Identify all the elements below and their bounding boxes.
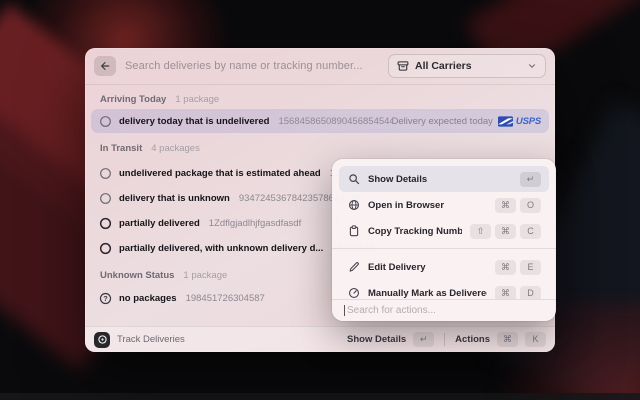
section-arriving-today: Arriving Today 1 package xyxy=(85,91,555,107)
carrier-dropdown-label: All Carriers xyxy=(415,60,521,72)
chevron-down-icon xyxy=(527,61,537,71)
menu-item-open-in-browser[interactable]: Open in Browser ⌘ O xyxy=(339,192,549,218)
cmd-key-chip: ⌘ xyxy=(495,224,516,239)
status-bar: Track Deliveries Show Details ↵ Actions … xyxy=(85,326,555,352)
menu-item-label: Manually Mark as Delivered xyxy=(368,288,487,299)
clipboard-icon xyxy=(347,225,360,238)
progress-ring-icon xyxy=(99,115,112,128)
delivery-title: delivery that is unknown xyxy=(119,193,230,204)
section-count: 1 package xyxy=(183,270,227,281)
actions-button[interactable]: Actions xyxy=(455,334,490,345)
e-key-chip: E xyxy=(520,260,541,275)
show-details-action[interactable]: Show Details xyxy=(347,334,406,345)
tracking-number: 156845865089045685454467 xyxy=(278,116,391,127)
delivery-title: partially delivered xyxy=(119,218,200,229)
delivery-title: undelivered package that is estimated ah… xyxy=(119,168,321,179)
progress-ring-icon xyxy=(99,167,112,180)
section-count: 1 package xyxy=(175,94,219,105)
menu-item-show-details[interactable]: Show Details ↵ xyxy=(339,166,549,192)
menu-item-label: Show Details xyxy=(368,174,427,185)
cmd-key-chip: ⌘ xyxy=(497,332,518,347)
svg-text:?: ? xyxy=(103,294,108,303)
magnifier-icon xyxy=(347,173,360,186)
actions-menu: Show Details ↵ Open in Browser ⌘ O xyxy=(332,159,556,321)
track-deliveries-app-icon xyxy=(94,332,110,348)
actions-search-input[interactable]: Search for actions... xyxy=(332,299,556,321)
menu-item-copy-tracking-number[interactable]: Copy Tracking Number ⇧ ⌘ C xyxy=(339,218,549,244)
cmd-key-chip: ⌘ xyxy=(495,286,516,300)
app-name: Track Deliveries xyxy=(117,334,340,345)
carrier-label: USPS xyxy=(516,116,541,127)
back-button[interactable] xyxy=(94,56,116,76)
return-key-chip: ↵ xyxy=(520,172,541,187)
footer-divider xyxy=(444,333,445,346)
actions-search-placeholder: Search for actions... xyxy=(347,305,436,316)
menu-item-label: Open in Browser xyxy=(368,200,444,211)
question-circle-icon: ? xyxy=(99,292,112,305)
tracking-number: 1Zdflgjadlhjfgasdfasdf xyxy=(209,218,301,229)
desktop: Search deliveries by name or tracking nu… xyxy=(0,0,640,400)
d-key-chip: D xyxy=(520,286,541,300)
c-key-chip: C xyxy=(520,224,541,239)
cmd-key-chip: ⌘ xyxy=(495,198,516,213)
menu-item-label: Copy Tracking Number xyxy=(368,226,462,237)
search-header: Search deliveries by name or tracking nu… xyxy=(85,48,555,85)
check-circle-icon xyxy=(347,287,360,300)
delivery-eta-text: Delivery expected today xyxy=(392,116,493,127)
search-input[interactable]: Search deliveries by name or tracking nu… xyxy=(125,60,379,72)
menu-item-edit-delivery[interactable]: Edit Delivery ⌘ E xyxy=(339,254,549,280)
return-key-chip: ↵ xyxy=(413,332,434,347)
section-title: Unknown Status xyxy=(100,270,174,281)
delivery-title: no packages xyxy=(119,293,177,304)
progress-ring-icon xyxy=(99,192,112,205)
carrier-dropdown[interactable]: All Carriers xyxy=(388,54,546,78)
tracking-number: 198451726304587 xyxy=(186,293,265,304)
delivery-title: partially delivered, with unknown delive… xyxy=(119,243,323,254)
background-bottom-strip xyxy=(0,393,640,400)
actions-menu-items: Show Details ↵ Open in Browser ⌘ O xyxy=(332,159,556,299)
section-in-transit: In Transit 4 packages xyxy=(85,140,555,156)
pencil-icon xyxy=(347,261,360,274)
section-count: 4 packages xyxy=(151,143,200,154)
menu-item-label: Edit Delivery xyxy=(368,262,426,273)
globe-icon xyxy=(347,199,360,212)
menu-item-manually-mark-delivered[interactable]: Manually Mark as Delivered ⌘ D xyxy=(339,280,549,299)
carrier-box-icon xyxy=(397,60,409,72)
progress-ring-bold-icon xyxy=(99,242,112,255)
menu-separator xyxy=(332,248,556,249)
delivery-title: delivery today that is undelivered xyxy=(119,116,269,127)
k-key-chip: K xyxy=(525,332,546,347)
text-cursor xyxy=(344,305,345,316)
section-title: Arriving Today xyxy=(100,94,166,105)
shift-key-chip: ⇧ xyxy=(470,224,491,239)
usps-logo-icon xyxy=(498,116,513,127)
progress-ring-bold-icon xyxy=(99,217,112,230)
o-key-chip: O xyxy=(520,198,541,213)
delivery-row-undelivered-today[interactable]: delivery today that is undelivered 15684… xyxy=(91,109,549,133)
arrow-left-icon xyxy=(99,60,111,72)
section-title: In Transit xyxy=(100,143,142,154)
cmd-key-chip: ⌘ xyxy=(495,260,516,275)
